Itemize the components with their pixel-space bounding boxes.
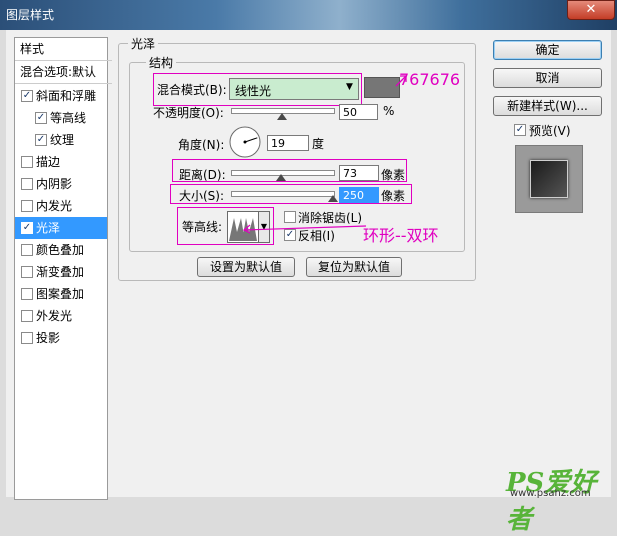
- style-item-label: 内阴影: [36, 177, 73, 191]
- style-item-label: 图案叠加: [36, 287, 85, 301]
- size-label: 大小(S):: [179, 189, 225, 203]
- satin-group-title: 光泽: [128, 35, 159, 52]
- opacity-unit: %: [383, 104, 395, 118]
- style-item-label: 外发光: [36, 309, 73, 323]
- contour-annotation: 环形--双环: [363, 226, 439, 245]
- angle-input[interactable]: 19: [267, 135, 309, 151]
- chevron-down-icon: ▼: [346, 82, 353, 92]
- style-item[interactable]: 渐变叠加: [15, 261, 107, 283]
- watermark-url: www.psahz.com: [510, 488, 591, 499]
- style-item-label: 投影: [36, 331, 61, 345]
- structure-group-title: 结构: [146, 54, 177, 71]
- distance-slider-thumb[interactable]: [275, 174, 286, 181]
- style-item-label: 光泽: [36, 221, 61, 235]
- reset-default-button[interactable]: 复位为默认值: [306, 257, 402, 277]
- distance-unit: 像素: [381, 168, 406, 182]
- title-bar: [0, 0, 617, 30]
- preview-label: 预览(V): [529, 124, 571, 138]
- cancel-button[interactable]: 取消: [493, 68, 602, 88]
- size-slider-thumb[interactable]: [328, 195, 338, 202]
- watermark-brand: PS爱好者: [506, 468, 597, 535]
- opacity-slider-thumb[interactable]: [277, 113, 287, 120]
- style-item[interactable]: 内发光: [15, 195, 107, 217]
- style-item[interactable]: ✓ 纹理: [15, 129, 107, 151]
- make-default-button[interactable]: 设置为默认值: [197, 257, 295, 277]
- style-preview: [515, 145, 583, 213]
- blend-options-item[interactable]: 混合选项:默认: [15, 61, 112, 84]
- style-item[interactable]: 内阴影: [15, 173, 107, 195]
- opacity-input[interactable]: 50: [339, 104, 378, 120]
- watermark-logo: PS爱好者: [506, 462, 617, 536]
- style-item-label: 纹理: [50, 133, 75, 147]
- style-item-checkbox[interactable]: [21, 200, 33, 212]
- style-item-checkbox[interactable]: [21, 156, 33, 168]
- style-item-checkbox[interactable]: [21, 266, 33, 278]
- style-item-label: 斜面和浮雕: [36, 89, 97, 103]
- style-item-label: 渐变叠加: [36, 265, 85, 279]
- close-button[interactable]: ✕: [567, 0, 615, 20]
- size-input[interactable]: 250: [339, 187, 379, 203]
- blend-mode-select[interactable]: 线性光 ▼: [229, 78, 359, 100]
- ok-button[interactable]: 确定: [493, 40, 602, 60]
- style-item-checkbox[interactable]: ✓: [21, 222, 33, 234]
- style-item[interactable]: ✓ 等高线: [15, 107, 107, 129]
- style-item-checkbox[interactable]: ✓: [35, 112, 47, 124]
- style-item[interactable]: 颜色叠加: [15, 239, 107, 261]
- style-item[interactable]: ✓ 光泽: [15, 217, 107, 239]
- style-item-checkbox[interactable]: ✓: [35, 134, 47, 146]
- size-slider[interactable]: [231, 191, 335, 197]
- color-annotation: 767676: [399, 70, 461, 89]
- style-list: 样式 混合选项:默认 ✓ 斜面和浮雕 ✓ 等高线 ✓ 纹理 描边 内阴影 内发光 ✓ 光泽 颜色叠加渐…: [14, 37, 112, 500]
- style-item-checkbox[interactable]: [21, 310, 33, 322]
- distance-input[interactable]: 73: [339, 165, 379, 181]
- style-item[interactable]: 投影: [15, 327, 107, 349]
- contour-label: 等高线:: [182, 220, 223, 234]
- angle-dial[interactable]: [228, 125, 262, 159]
- style-item-checkbox[interactable]: [21, 332, 33, 344]
- blend-mode-label: 混合模式(B):: [157, 83, 227, 97]
- style-item[interactable]: ✓ 斜面和浮雕: [15, 85, 107, 107]
- preview-swatch: [530, 160, 568, 198]
- style-item[interactable]: 描边: [15, 151, 107, 173]
- angle-label: 角度(N):: [178, 138, 225, 152]
- style-list-header[interactable]: 样式: [15, 38, 112, 61]
- new-style-button[interactable]: 新建样式(W)...: [493, 96, 602, 116]
- style-item-label: 描边: [36, 155, 61, 169]
- style-item-label: 内发光: [36, 199, 73, 213]
- style-item-checkbox[interactable]: [21, 244, 33, 256]
- preview-checkbox[interactable]: ✓: [514, 124, 526, 136]
- angle-unit: 度: [312, 137, 325, 151]
- style-item-label: 颜色叠加: [36, 243, 85, 257]
- opacity-label: 不透明度(O):: [153, 106, 224, 120]
- annotation-arrow-contour: [242, 224, 367, 234]
- style-item-checkbox[interactable]: [21, 178, 33, 190]
- style-item-checkbox[interactable]: [21, 288, 33, 300]
- style-item[interactable]: 外发光: [15, 305, 107, 327]
- style-item-label: 等高线: [50, 111, 87, 125]
- blend-mode-value: 线性光: [235, 84, 272, 98]
- style-item[interactable]: 图案叠加: [15, 283, 107, 305]
- style-item-checkbox[interactable]: ✓: [21, 90, 33, 102]
- distance-label: 距离(D):: [179, 168, 226, 182]
- size-unit: 像素: [381, 189, 406, 203]
- window-title: 图层样式: [6, 8, 55, 22]
